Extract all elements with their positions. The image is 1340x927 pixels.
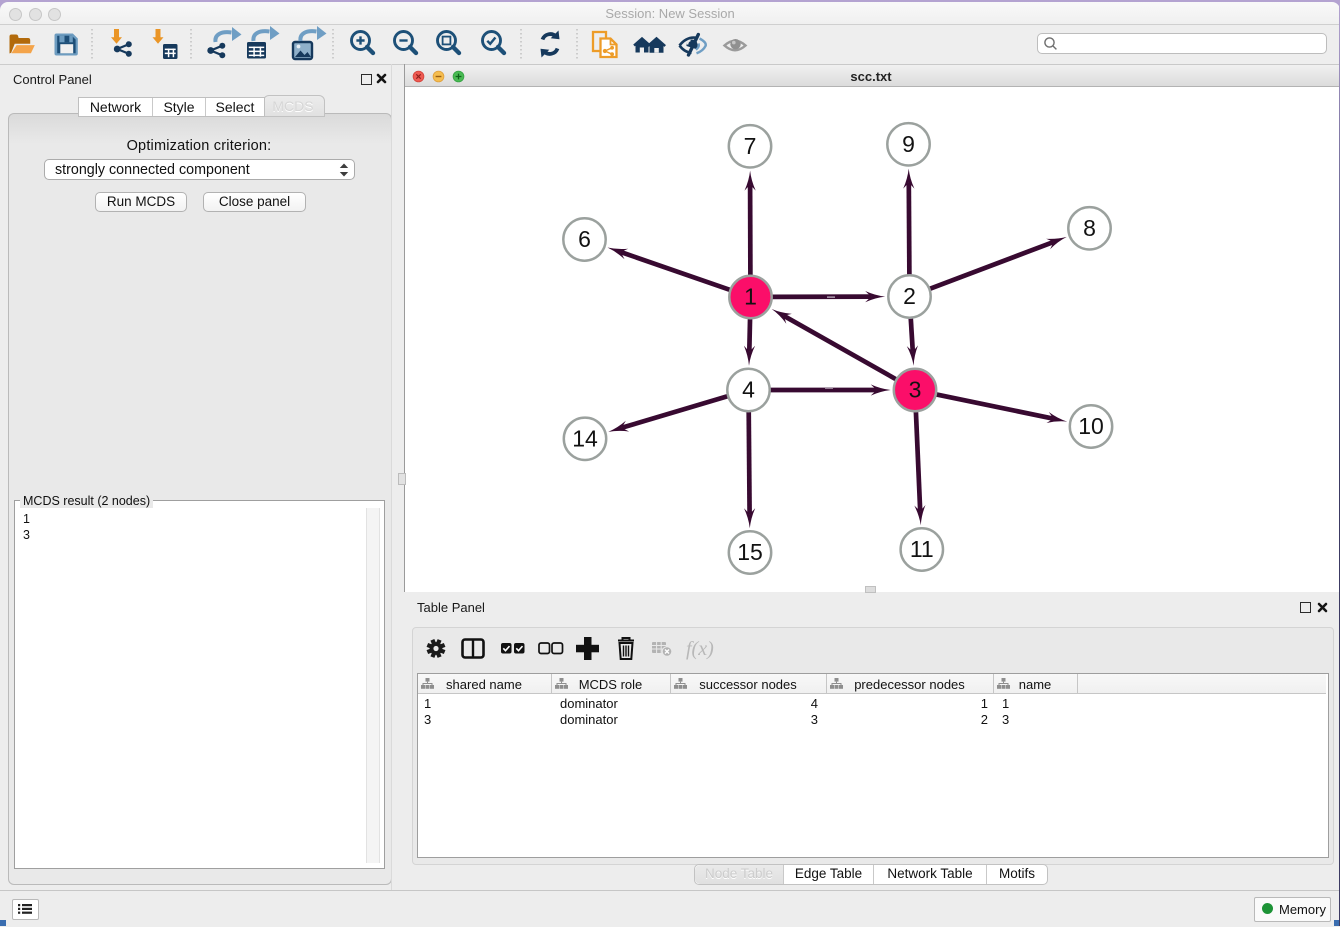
svg-text:4: 4 bbox=[742, 377, 755, 403]
svg-text:10: 10 bbox=[1078, 413, 1104, 439]
svg-text:6: 6 bbox=[578, 226, 591, 252]
svg-text:14: 14 bbox=[572, 425, 598, 451]
svg-text:7: 7 bbox=[744, 133, 757, 159]
svg-text:8: 8 bbox=[1083, 215, 1096, 241]
svg-text:9: 9 bbox=[902, 131, 915, 157]
svg-text:3: 3 bbox=[909, 377, 922, 403]
svg-text:11: 11 bbox=[910, 536, 934, 562]
svg-text:15: 15 bbox=[737, 539, 763, 565]
svg-text:1: 1 bbox=[744, 284, 757, 310]
svg-text:2: 2 bbox=[903, 283, 916, 309]
svg-text:f(x): f(x) bbox=[686, 638, 714, 660]
